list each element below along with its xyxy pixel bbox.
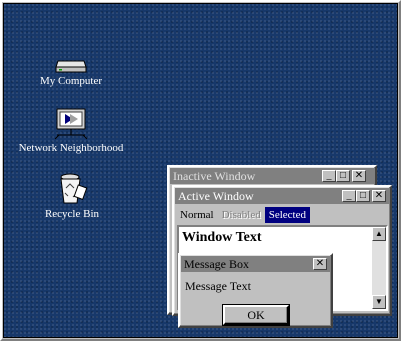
- inactive-close-button[interactable]: ✕: [352, 170, 366, 182]
- maximize-icon: □: [339, 170, 347, 181]
- close-icon: ✕: [374, 190, 384, 201]
- recycle-bin-label: Recycle Bin: [44, 208, 100, 220]
- computer-icon: [55, 60, 87, 73]
- inactive-maximize-button[interactable]: □: [336, 170, 350, 182]
- active-maximize-button[interactable]: □: [356, 190, 370, 202]
- desktop-icon-network-neighborhood[interactable]: Network Neighborhood: [12, 108, 130, 154]
- message-box-titlebar[interactable]: Message Box: [181, 256, 330, 272]
- active-window-title: Active Window: [178, 189, 254, 203]
- vertical-scrollbar[interactable]: ▲ ▼: [372, 227, 386, 309]
- desktop: My Computer Network Neighborhood Recycle…: [3, 3, 398, 338]
- arrow-down-icon: ▼: [375, 297, 383, 306]
- message-text: Message Text: [185, 279, 251, 293]
- menu-item-disabled: Disabled: [221, 209, 261, 221]
- menu-bar: Normal Disabled Selected: [176, 207, 310, 223]
- ok-label: OK: [247, 308, 265, 322]
- inactive-minimize-button[interactable]: _: [322, 170, 336, 182]
- desktop-icon-my-computer[interactable]: My Computer: [26, 51, 116, 87]
- network-neighborhood-label: Network Neighborhood: [18, 142, 124, 154]
- window-text: Window Text: [182, 230, 262, 245]
- close-icon: ✕: [354, 170, 364, 181]
- ok-button[interactable]: OK: [222, 304, 290, 326]
- menu-item-selected[interactable]: Selected: [264, 207, 310, 223]
- network-icon: [54, 108, 88, 140]
- recycle-bin-icon: [60, 173, 88, 204]
- message-box-title: Message Box: [184, 257, 249, 271]
- message-box-close-button[interactable]: ✕: [313, 258, 327, 270]
- inactive-window-title: Inactive Window: [173, 169, 256, 183]
- minimize-icon: _: [326, 170, 332, 181]
- menu-item-normal[interactable]: Normal: [176, 207, 218, 223]
- desktop-icon-recycle-bin[interactable]: Recycle Bin: [32, 172, 112, 220]
- arrow-up-icon: ▲: [375, 229, 383, 238]
- maximize-icon: □: [359, 190, 367, 201]
- active-close-button[interactable]: ✕: [372, 190, 386, 202]
- my-computer-label: My Computer: [39, 75, 103, 87]
- scroll-down-button[interactable]: ▼: [372, 295, 386, 309]
- close-icon: ✕: [315, 258, 325, 269]
- active-minimize-button[interactable]: _: [342, 190, 356, 202]
- scroll-up-button[interactable]: ▲: [372, 227, 386, 241]
- minimize-icon: _: [346, 190, 352, 201]
- message-box[interactable]: Message Box ✕ Message Text OK: [178, 253, 333, 328]
